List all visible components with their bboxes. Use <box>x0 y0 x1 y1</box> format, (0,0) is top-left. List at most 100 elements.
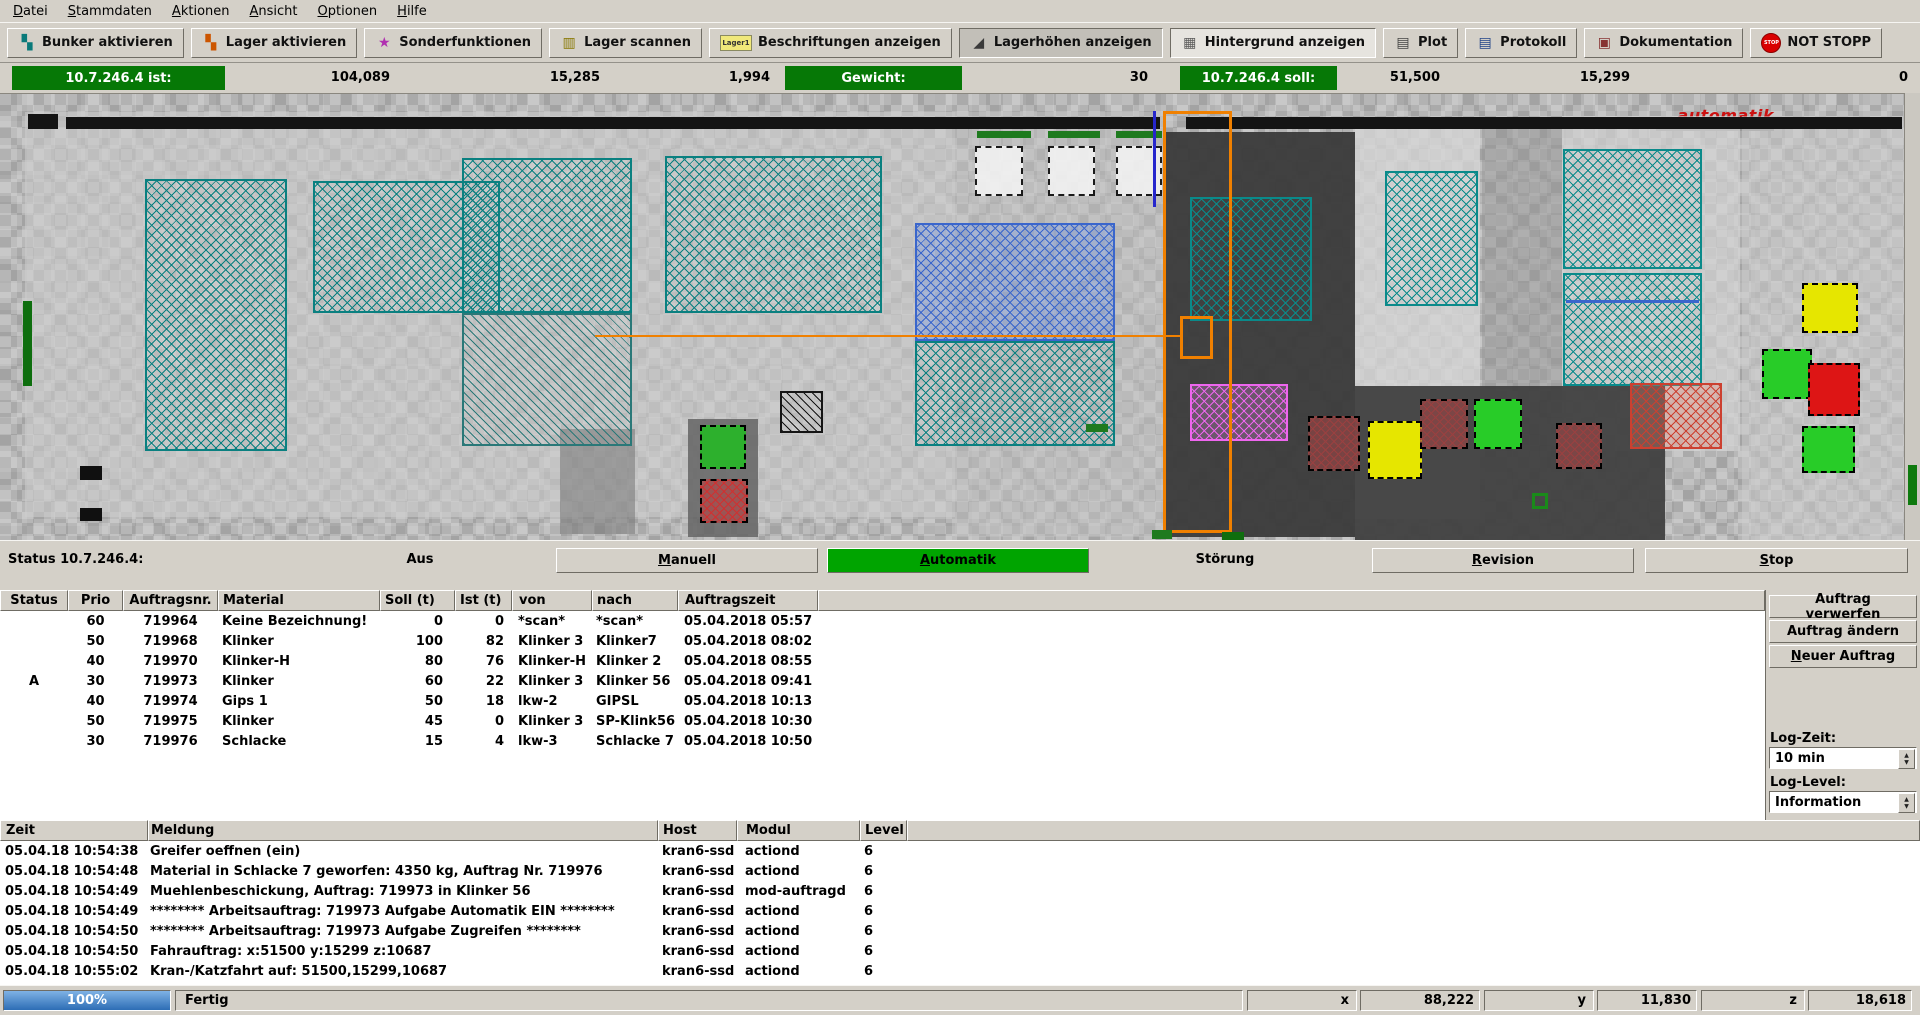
hintergrund-anzeigen-button[interactable]: ▦ Hintergrund anzeigen <box>1170 28 1376 58</box>
map-shape <box>700 479 748 523</box>
scrollbar-thumb[interactable] <box>1908 465 1917 505</box>
log-row[interactable]: 05.04.18 10:54:49 ******** Arbeitsauftra… <box>0 901 1920 921</box>
orders-col-status[interactable]: Status <box>0 590 68 611</box>
automatik-button[interactable]: Automatik <box>827 548 1089 573</box>
auftrag-verwerfen-button[interactable]: Auftrag verwerfen <box>1769 595 1917 618</box>
bunker-aktivieren-button[interactable]: ▚ Bunker aktivieren <box>7 28 184 58</box>
order-soll: 100 <box>380 634 455 649</box>
menu-datei[interactable]: Datei <box>4 2 57 21</box>
order-status: A <box>0 674 68 689</box>
order-material: Klinker <box>218 634 380 649</box>
map-shape <box>700 425 746 469</box>
log-modul: actiond <box>737 844 860 859</box>
dokumentation-button[interactable]: ▣ Dokumentation <box>1584 28 1743 58</box>
log-row[interactable]: 05.04.18 10:55:02 Kran-/Katzfahrt auf: 5… <box>0 961 1920 981</box>
log-zeit-select[interactable]: 10 min ▲▼ <box>1769 747 1917 769</box>
lagerhoehen-anzeigen-button[interactable]: ◢ Lagerhöhen anzeigen <box>959 28 1163 58</box>
log-modul: actiond <box>737 964 860 979</box>
log-col-zeit[interactable]: Zeit <box>0 820 148 841</box>
order-auftragsnr: 719964 <box>123 614 218 629</box>
menu-aktionen[interactable]: Aktionen <box>163 2 239 21</box>
bunker-slot <box>1048 146 1095 196</box>
order-prio: 50 <box>68 714 123 729</box>
spinner-arrows-icon[interactable]: ▲▼ <box>1898 793 1915 813</box>
not-stopp-button[interactable]: STOP NOT STOPP <box>1750 28 1882 58</box>
log-meldung: ******** Arbeitsauftrag: 719973 Aufgabe … <box>148 924 658 939</box>
stop-button[interactable]: Stop <box>1645 548 1908 573</box>
order-row[interactable]: 60 719964 Keine Bezeichnung! 0 0 *scan* … <box>0 611 1765 631</box>
storage-area <box>462 313 632 446</box>
order-material: Klinker <box>218 674 380 689</box>
menu-ansicht[interactable]: Ansicht <box>241 2 307 21</box>
order-row[interactable]: 40 719970 Klinker-H 80 76 Klinker-H Klin… <box>0 651 1765 671</box>
log-row[interactable]: 05.04.18 10:54:50 Fahrauftrag: x:51500 y… <box>0 941 1920 961</box>
order-row[interactable]: 50 719968 Klinker 100 82 Klinker 3 Klink… <box>0 631 1765 651</box>
bunker-slot <box>975 146 1023 196</box>
coordinate-status-strip: 10.7.246.4 ist: 104,089 15,285 1,994 Gew… <box>0 63 1920 93</box>
ist-badge: 10.7.246.4 ist: <box>12 66 225 90</box>
log-row[interactable]: 05.04.18 10:54:48 Material in Schlacke 7… <box>0 861 1920 881</box>
order-row[interactable]: 30 719976 Schlacke 15 4 lkw-3 Schlacke 7… <box>0 731 1765 751</box>
protokoll-button[interactable]: ▤ Protokoll <box>1465 28 1577 58</box>
orders-col-ist[interactable]: Ist (t) <box>455 590 512 611</box>
orders-col-auftragszeit[interactable]: Auftragszeit <box>678 590 818 611</box>
log-col-meldung[interactable]: Meldung <box>148 820 658 841</box>
orders-col-nach[interactable]: nach <box>592 590 678 611</box>
storage-area <box>1563 149 1702 269</box>
lager-aktivieren-button[interactable]: ▚ Lager aktivieren <box>191 28 357 58</box>
orders-col-von[interactable]: von <box>512 590 592 611</box>
order-ist: 0 <box>455 614 512 629</box>
log-zeit: 05.04.18 10:54:38 <box>0 844 148 859</box>
log-level-select[interactable]: Information ▲▼ <box>1769 791 1917 813</box>
log-level: 6 <box>860 924 907 939</box>
order-row[interactable]: 40 719974 Gips 1 50 18 lkw-2 GIPSL 05.04… <box>0 691 1765 711</box>
map-shape <box>1808 363 1860 416</box>
menu-optionen[interactable]: Optionen <box>309 2 387 21</box>
orders-body[interactable]: 60 719964 Keine Bezeichnung! 0 0 *scan* … <box>0 611 1765 821</box>
storage-area <box>462 158 632 313</box>
map-shape <box>1368 421 1422 479</box>
log-row[interactable]: 05.04.18 10:54:38 Greifer oeffnen (ein) … <box>0 841 1920 861</box>
revision-button[interactable]: Revision <box>1372 548 1634 573</box>
menu-hilfe[interactable]: Hilfe <box>388 2 436 21</box>
sonderfunktionen-button[interactable]: ★ Sonderfunktionen <box>364 28 542 58</box>
order-nach: GIPSL <box>592 694 678 709</box>
log-body[interactable]: 05.04.18 10:54:38 Greifer oeffnen (ein) … <box>0 841 1920 985</box>
log-row[interactable]: 05.04.18 10:54:50 ******** Arbeitsauftra… <box>0 921 1920 941</box>
lager-scannen-button[interactable]: ▥ Lager scannen <box>549 28 702 58</box>
bunker-icon: ▚ <box>18 34 36 51</box>
map-shape <box>1048 131 1100 138</box>
plot-button[interactable]: ▤ Plot <box>1383 28 1458 58</box>
neuer-auftrag-button[interactable]: Neuer Auftrag <box>1769 645 1917 668</box>
orders-col-auftragsnr[interactable]: Auftragsnr. <box>123 590 218 611</box>
beschriftungen-anzeigen-button[interactable]: Lager1 Beschriftungen anzeigen <box>709 28 952 58</box>
map-shape <box>1802 283 1858 333</box>
warehouse-map[interactable]: automatik <box>0 93 1904 541</box>
map-shape <box>977 131 1031 138</box>
order-row[interactable]: A 30 719973 Klinker 60 22 Klinker 3 Klin… <box>0 671 1765 691</box>
log-modul: actiond <box>737 944 860 959</box>
manuell-button[interactable]: Manuell <box>556 548 818 573</box>
order-nach: Schlacke 7 <box>592 734 678 749</box>
orders-col-material[interactable]: Material <box>218 590 380 611</box>
crane-marker-line <box>1153 111 1156 207</box>
orders-col-soll[interactable]: Soll (t) <box>380 590 455 611</box>
spinner-arrows-icon[interactable]: ▲▼ <box>1898 749 1915 769</box>
log-col-host[interactable]: Host <box>658 820 737 841</box>
menu-stammdaten[interactable]: Stammdaten <box>59 2 161 21</box>
documentation-icon: ▣ <box>1595 34 1613 51</box>
log-meldung: Greifer oeffnen (ein) <box>148 844 658 859</box>
order-nach: SP-Klink56 <box>592 714 678 729</box>
auftrag-aendern-button[interactable]: Auftrag ändern <box>1769 620 1917 643</box>
order-prio: 40 <box>68 694 123 709</box>
storage-area <box>1630 383 1722 449</box>
map-vertical-scrollbar[interactable] <box>1904 93 1920 540</box>
log-col-level[interactable]: Level <box>860 820 907 841</box>
log-row[interactable]: 05.04.18 10:54:49 Muehlenbeschickung, Au… <box>0 881 1920 901</box>
storage-area <box>1385 171 1478 306</box>
log-col-modul[interactable]: Modul <box>737 820 860 841</box>
log-level: 6 <box>860 884 907 899</box>
gewicht-badge: Gewicht: <box>785 66 962 90</box>
orders-col-prio[interactable]: Prio <box>68 590 123 611</box>
order-row[interactable]: 50 719975 Klinker 45 0 Klinker 3 SP-Klin… <box>0 711 1765 731</box>
